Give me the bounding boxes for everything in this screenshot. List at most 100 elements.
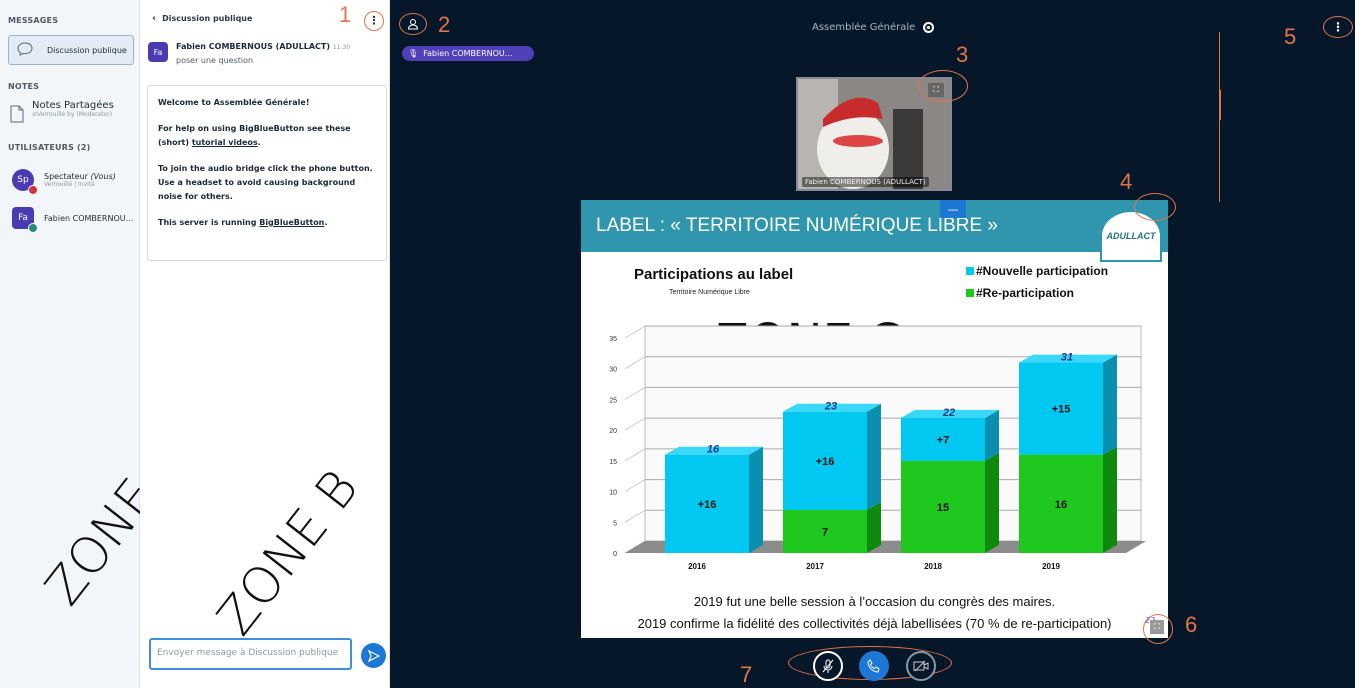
app: MESSAGES Discussion publique NOTES Notes… bbox=[0, 0, 1355, 688]
y-tick-label: 30 bbox=[609, 367, 617, 374]
send-icon bbox=[367, 649, 380, 662]
y-tick-label: 20 bbox=[609, 428, 617, 435]
y-tick-label: 0 bbox=[613, 551, 617, 558]
bar-value-label: +16 bbox=[816, 456, 835, 468]
legend-swatch bbox=[966, 289, 974, 297]
options-menu-button[interactable]: ⋮ bbox=[1323, 16, 1353, 38]
x-tick-label: 2017 bbox=[806, 562, 824, 571]
users-header: UTILISATEURS (2) bbox=[8, 143, 91, 152]
share-webcam-button[interactable] bbox=[906, 651, 936, 681]
annotation-number: 5 bbox=[1284, 24, 1297, 49]
annotation-number: 6 bbox=[1185, 612, 1198, 637]
annotation-number: 4 bbox=[1120, 169, 1133, 194]
phone-icon bbox=[867, 659, 880, 673]
muted-status-icon bbox=[28, 185, 38, 195]
bar-total-label: 31 bbox=[1061, 352, 1073, 364]
gridline bbox=[624, 448, 646, 462]
presentation-area: 2 Assemblée Générale | ⋮ 5 🎙 Fabien COMBE… bbox=[390, 0, 1355, 688]
message-time: 11:30 bbox=[332, 44, 351, 51]
minimize-presentation-button[interactable]: — bbox=[940, 200, 966, 218]
bar-value-label: +16 bbox=[698, 499, 717, 511]
y-tick-label: 5 bbox=[613, 520, 617, 527]
user-icon bbox=[407, 19, 419, 30]
gridline bbox=[624, 509, 646, 523]
bar-side bbox=[1103, 446, 1117, 553]
y-tick-label: 35 bbox=[609, 336, 617, 343]
microphone-off-icon bbox=[822, 659, 834, 673]
user-list-toggle-button[interactable] bbox=[399, 13, 427, 35]
bar-side bbox=[985, 409, 999, 461]
shared-notes-title: Notes Partagées bbox=[32, 100, 114, 111]
chart-title: Participations au label bbox=[634, 266, 793, 283]
bar-value-label: 16 bbox=[1055, 499, 1067, 511]
bar-side bbox=[749, 446, 763, 553]
y-tick-label: 15 bbox=[609, 459, 617, 466]
bar-total-label: 22 bbox=[942, 407, 955, 419]
webcam-caption: Fabien COMBERNOUS (ADULLACT) bbox=[802, 177, 929, 187]
presentation-slide: LABEL : « TERRITOIRE NUMÉRIQUE LIBRE » A… bbox=[581, 200, 1168, 638]
send-button[interactable] bbox=[361, 643, 386, 668]
document-icon bbox=[10, 105, 24, 130]
bar-total-label: 16 bbox=[707, 444, 720, 456]
notes-header: NOTES bbox=[8, 82, 40, 91]
annotation-number: 3 bbox=[956, 42, 969, 67]
user-name: Fabien COMBERNOU... bbox=[44, 213, 134, 223]
sidebar-item-shared-notes[interactable]: Notes Partagées ⊖Verrouillé by (Moderato… bbox=[10, 100, 135, 130]
chat-bubble-icon bbox=[17, 41, 33, 60]
annotation-number: 1 bbox=[339, 2, 352, 27]
bar-value-label: 15 bbox=[937, 502, 949, 514]
join-audio-button[interactable] bbox=[859, 651, 889, 681]
tutorial-videos-link[interactable]: tutorial videos bbox=[192, 138, 258, 147]
bar-value-label: +7 bbox=[937, 434, 950, 446]
annotation-circle bbox=[1134, 193, 1176, 221]
mute-button[interactable] bbox=[813, 651, 843, 681]
annotation-number: 7 bbox=[740, 662, 753, 687]
user-list-item[interactable]: Fa Fabien COMBERNOU... bbox=[12, 207, 134, 233]
bar-side bbox=[1103, 354, 1117, 455]
user-role: Verrouillé | Invité bbox=[44, 181, 95, 188]
y-tick-label: 25 bbox=[609, 397, 617, 404]
chat-options-button[interactable]: ⋮ bbox=[364, 11, 384, 31]
annotation-number: 2 bbox=[438, 12, 451, 37]
microphone-icon: 🎙 bbox=[408, 49, 419, 58]
message-author: Fabien COMBERNOUS (ADULLACT) bbox=[176, 42, 331, 51]
x-tick-label: 2016 bbox=[688, 562, 706, 571]
avatar: Sp bbox=[12, 169, 38, 195]
talking-indicator[interactable]: 🎙 Fabien COMBERNOU... bbox=[402, 46, 534, 61]
sidebar: MESSAGES Discussion publique NOTES Notes… bbox=[0, 0, 198, 688]
legend-label: #Re-participation bbox=[976, 286, 1074, 300]
annotation-circle bbox=[1143, 614, 1173, 644]
avatar: Fa bbox=[12, 207, 38, 233]
camera-off-icon bbox=[913, 660, 929, 672]
meeting-title: Assemblée Générale | bbox=[812, 22, 928, 33]
welcome-message: Welcome to Assemblée Générale! For help … bbox=[147, 85, 387, 261]
bar-side bbox=[867, 403, 881, 510]
bar-side bbox=[867, 502, 881, 553]
chat-header[interactable]: ‹ Discussion publique bbox=[152, 13, 252, 24]
recording-indicator[interactable] bbox=[923, 22, 934, 33]
bigbluebutton-link[interactable]: BigBlueButton bbox=[259, 218, 324, 227]
chart-subtitle: Territoire Numérique Libre bbox=[669, 289, 750, 296]
gridline bbox=[624, 356, 646, 370]
messages-header: MESSAGES bbox=[8, 16, 59, 25]
chat-message-input[interactable]: Envoyer message à Discussion publique bbox=[149, 638, 352, 670]
legend-swatch bbox=[966, 267, 974, 275]
sidebar-item-public-chat[interactable]: Discussion publique bbox=[8, 35, 134, 65]
chevron-left-icon: ‹ bbox=[152, 13, 157, 24]
gridline bbox=[624, 417, 646, 431]
legend-label: #Nouvelle participation bbox=[976, 264, 1108, 278]
bar-total-label: 23 bbox=[824, 401, 837, 413]
user-list-item[interactable]: Sp Spectateur (Vous) Verrouillé | Invité bbox=[12, 169, 116, 195]
slide-footer-line2: 2019 confirme la fidélité des collectivi… bbox=[637, 616, 1112, 631]
avatar: Fa bbox=[148, 42, 168, 62]
x-tick-label: 2019 bbox=[1042, 562, 1060, 571]
mic-status-icon bbox=[28, 223, 38, 233]
bar-side bbox=[985, 452, 999, 553]
gridline bbox=[624, 386, 646, 400]
chat-message: Fa Fabien COMBERNOUS (ADULLACT) 11:30 po… bbox=[148, 42, 383, 65]
message-text: poser une question bbox=[176, 56, 254, 65]
slide-title: LABEL : « TERRITOIRE NUMÉRIQUE LIBRE » bbox=[581, 200, 1168, 252]
slide-footer-line1: 2019 fut une belle session à l’occasion … bbox=[693, 594, 1056, 609]
divider bbox=[1219, 90, 1221, 120]
shared-notes-status: ⊖Verrouillé by (Moderator) bbox=[32, 111, 113, 118]
